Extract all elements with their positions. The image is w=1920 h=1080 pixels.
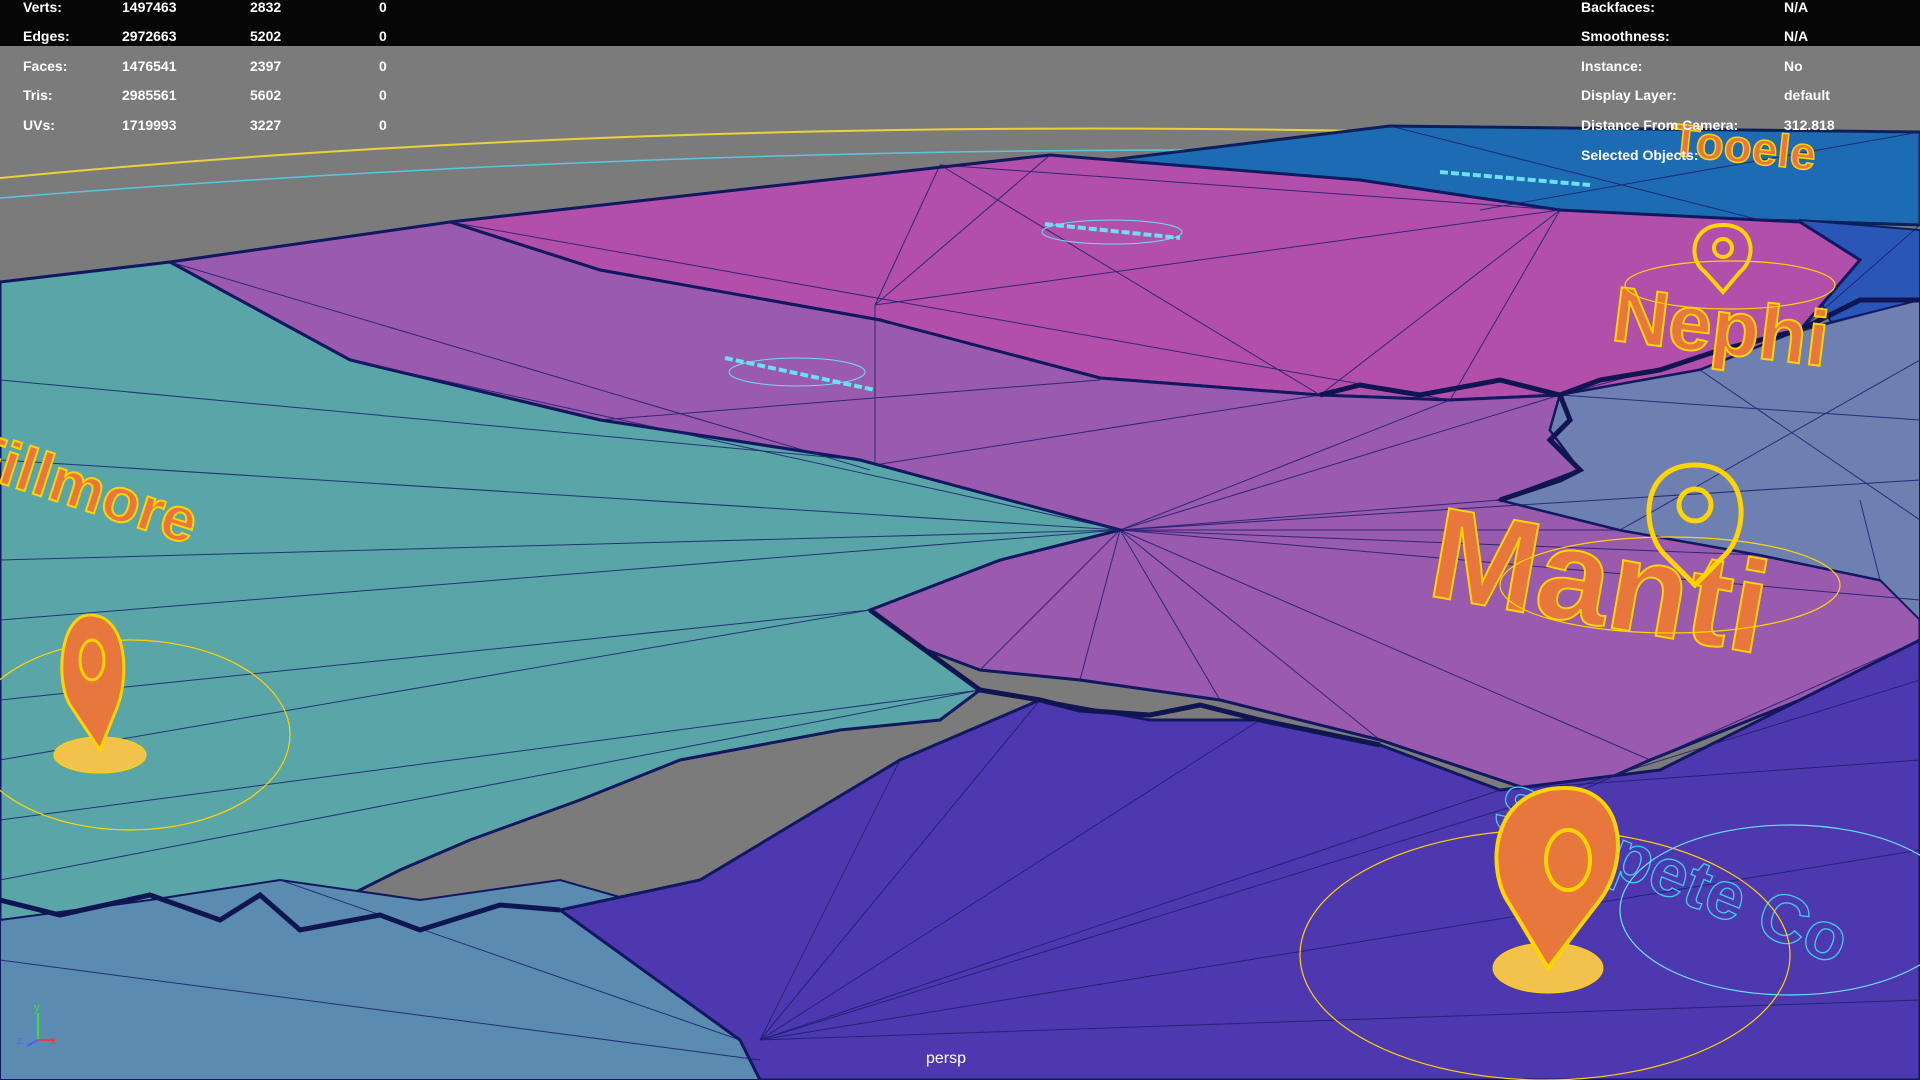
axis-y-label: y xyxy=(34,1002,40,1014)
hud-label: Verts: xyxy=(23,0,62,15)
location-pin-icon[interactable] xyxy=(1492,785,1620,994)
camera-name-label: persp xyxy=(926,1050,966,1067)
hud-value: N/A xyxy=(1784,28,1808,44)
hud-value: No xyxy=(1784,58,1803,74)
axis-x-label: x xyxy=(50,1035,56,1047)
hud-value: N/A xyxy=(1784,0,1808,15)
hud-label: Faces: xyxy=(23,58,67,74)
hud-label: Selected Objects: xyxy=(1581,147,1699,163)
maya-viewport[interactable]: Fillmore Nephi Manti Tooele Sanpete Co V… xyxy=(0,0,1920,1080)
hud-value: default xyxy=(1784,87,1830,103)
hud-label: Instance: xyxy=(1581,58,1642,74)
hud-label: Smoothness: xyxy=(1581,28,1670,44)
hud-total: 1476541 xyxy=(122,58,177,74)
hud-value: 312.818 xyxy=(1784,117,1835,133)
hud-tri: 0 xyxy=(379,87,387,103)
hud-selected: 3227 xyxy=(250,117,281,133)
hud-label: Display Layer: xyxy=(1581,87,1677,103)
viewport-scene[interactable]: Fillmore Nephi Manti Tooele Sanpete Co V… xyxy=(0,0,1920,1080)
hud-label: Backfaces: xyxy=(1581,0,1655,15)
hud-label: UVs: xyxy=(23,117,55,133)
hud-label: Tris: xyxy=(23,87,53,103)
hud-selected: 2832 xyxy=(250,0,281,15)
hud-selected: 5602 xyxy=(250,87,281,103)
hud-tri: 0 xyxy=(379,58,387,74)
axis-z-label: z xyxy=(17,1035,23,1047)
hud-label: Edges: xyxy=(23,28,70,44)
hud-label: Distance From Camera: xyxy=(1581,117,1738,133)
hud-total: 1719993 xyxy=(122,117,177,133)
hud-total: 2985561 xyxy=(122,87,177,103)
hud-selected: 5202 xyxy=(250,28,281,44)
hud-total: 1497463 xyxy=(122,0,177,15)
hud-tri: 0 xyxy=(379,28,387,44)
hud-tri: 0 xyxy=(379,0,387,15)
hud-tri: 0 xyxy=(379,117,387,133)
hud-total: 2972663 xyxy=(122,28,177,44)
hud-selected: 2397 xyxy=(250,58,281,74)
